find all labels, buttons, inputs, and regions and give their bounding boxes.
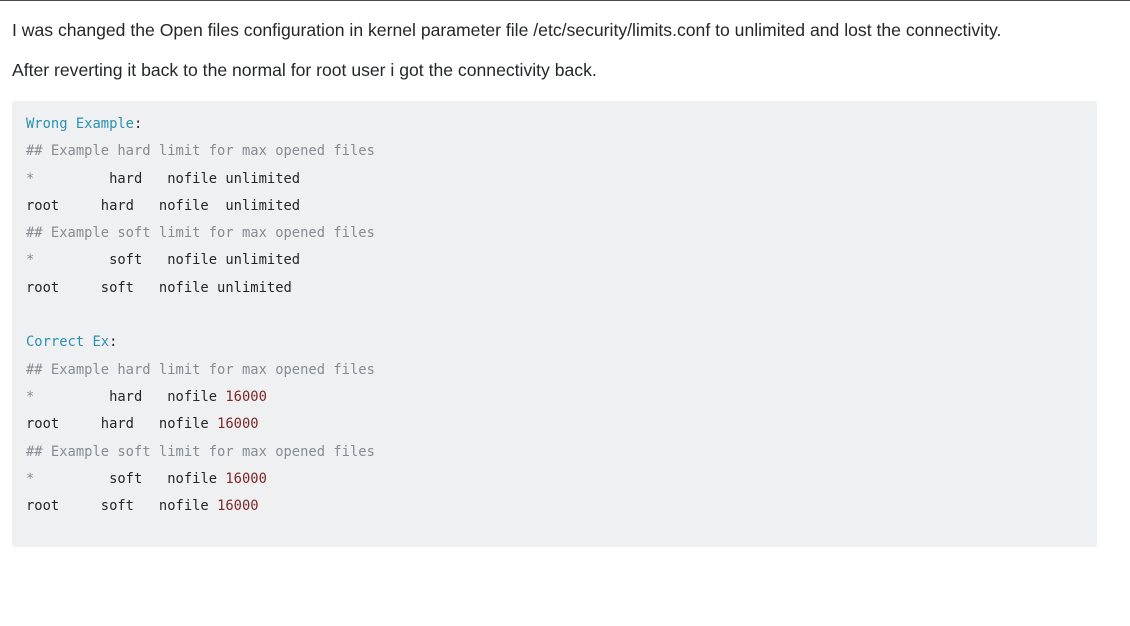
code-line: root soft nofile 16000 (26, 493, 1085, 520)
code-token: 16000 (217, 416, 259, 433)
code-token: root hard nofile unlimited (26, 197, 301, 214)
code-line: Correct Ex: (26, 329, 1085, 356)
code-token: 16000 (217, 498, 259, 515)
post-body: I was changed the Open files configurati… (12, 19, 1098, 547)
post-paragraph: I was changed the Open files configurati… (12, 20, 1002, 40)
code-line: Wrong Example: (26, 111, 1085, 138)
code-token: : (133, 116, 143, 132)
code-token: root soft nofile unlimited (26, 279, 292, 296)
code-token: hard nofile unlimited (34, 170, 301, 187)
code-line: ## Example hard limit for max opened fil… (26, 138, 1085, 165)
code-line: * hard nofile unlimited (26, 166, 1085, 193)
code-token: root soft nofile (26, 498, 218, 515)
code-token: soft nofile (34, 470, 226, 487)
code-line: root hard nofile 16000 (26, 411, 1085, 438)
code-line: ## Example soft limit for max opened fil… (26, 220, 1085, 247)
code-line: ## Example soft limit for max opened fil… (26, 439, 1085, 466)
code-line: root soft nofile unlimited (26, 275, 1085, 302)
code-token: hard nofile (34, 388, 226, 405)
code-line: * soft nofile unlimited (26, 247, 1085, 274)
code-token: Correct Ex (26, 334, 110, 351)
code-line: root hard nofile unlimited (26, 193, 1085, 220)
code-token: 16000 (225, 470, 267, 487)
code-line: * hard nofile 16000 (26, 384, 1085, 411)
code-token: Wrong Example (26, 116, 134, 132)
post-paragraph: After reverting it back to the normal fo… (12, 60, 597, 80)
code-token: ## Example soft limit for max opened fil… (26, 443, 375, 460)
code-line: ## Example hard limit for max opened fil… (26, 357, 1085, 384)
code-line: * soft nofile 16000 (26, 466, 1085, 493)
code-token: ## Example soft limit for max opened fil… (26, 225, 375, 242)
code-token: root hard nofile (26, 416, 218, 433)
top-divider (0, 0, 1130, 1)
code-token: : (109, 334, 118, 351)
code-block: Wrong Example: ## Example hard limit for… (12, 101, 1097, 547)
code-token: soft nofile unlimited (34, 252, 301, 269)
code-token: 16000 (225, 388, 267, 405)
code-token: ## Example hard limit for max opened fil… (26, 143, 375, 160)
code-token: ## Example hard limit for max opened fil… (26, 361, 375, 378)
